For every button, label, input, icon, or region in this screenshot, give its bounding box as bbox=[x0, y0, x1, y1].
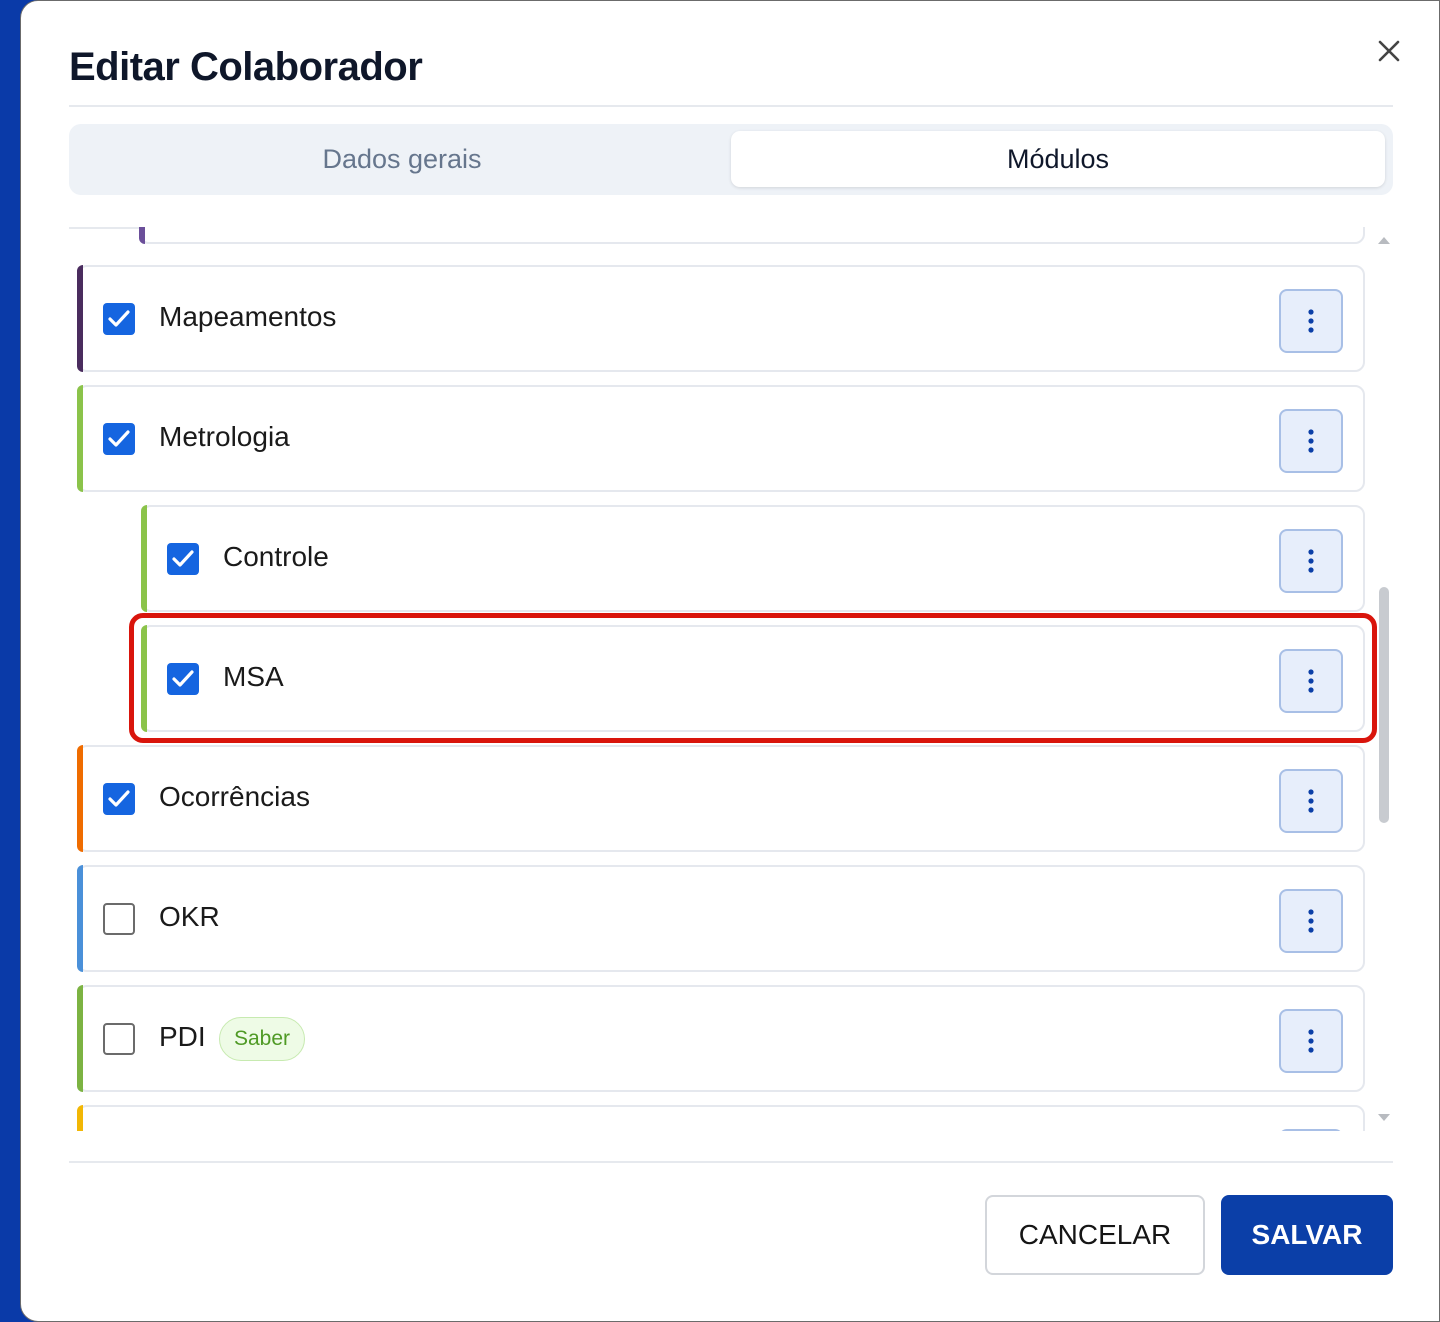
module-color-bar bbox=[139, 227, 145, 244]
more-vertical-icon bbox=[1308, 429, 1314, 453]
scroll-thumb[interactable] bbox=[1379, 587, 1389, 823]
checkmark-icon bbox=[108, 310, 130, 327]
close-button[interactable] bbox=[1369, 31, 1409, 71]
module-label: PDI bbox=[159, 1021, 206, 1052]
module-checkbox-pdi[interactable] bbox=[103, 1023, 135, 1055]
module-checkbox-okr[interactable] bbox=[103, 903, 135, 935]
checkmark-icon bbox=[108, 790, 130, 807]
edit-collaborator-dialog: Editar Colaborador Dados gerais Módulos … bbox=[20, 0, 1440, 1322]
module-card-controle: Controle bbox=[141, 505, 1365, 612]
saber-badge: Saber bbox=[219, 1017, 306, 1061]
module-label: MSA bbox=[223, 661, 284, 692]
module-checkbox-controle[interactable] bbox=[167, 543, 199, 575]
checkmark-icon bbox=[172, 550, 194, 567]
close-icon bbox=[1378, 40, 1400, 62]
more-vertical-icon bbox=[1308, 909, 1314, 933]
module-label: Metrologia bbox=[159, 421, 290, 452]
footer-divider bbox=[69, 1161, 1393, 1163]
module-label: OKR bbox=[159, 901, 220, 932]
module-color-bar bbox=[77, 1105, 83, 1131]
module-checkbox-metrologia[interactable] bbox=[103, 423, 135, 455]
module-label: Mapeamentos bbox=[159, 301, 337, 332]
list-scrollbar[interactable] bbox=[1375, 227, 1393, 1131]
module-card-okr: OKR bbox=[77, 865, 1365, 972]
module-card-ocorrencias: Ocorrências bbox=[77, 745, 1365, 852]
module-color-bar bbox=[141, 625, 147, 732]
checkmark-icon bbox=[172, 670, 194, 687]
module-checkbox-msa[interactable] bbox=[167, 663, 199, 695]
modules-list: Mapeamentos Metrologia Controle MSA Ocor… bbox=[69, 227, 1393, 1131]
module-color-bar bbox=[77, 985, 83, 1092]
module-card-partial-top bbox=[139, 227, 1365, 244]
more-options-button[interactable] bbox=[1279, 1129, 1343, 1131]
tab-bar: Dados gerais Módulos bbox=[69, 124, 1393, 195]
save-button[interactable]: SALVAR bbox=[1221, 1195, 1393, 1275]
module-card-msa: MSA bbox=[141, 625, 1365, 732]
module-label: Ocorrências bbox=[159, 781, 310, 812]
module-color-bar bbox=[77, 265, 83, 372]
more-options-button[interactable] bbox=[1279, 769, 1343, 833]
scroll-down-arrow-icon[interactable] bbox=[1375, 1111, 1393, 1125]
module-card-pdi: PDI Saber bbox=[77, 985, 1365, 1092]
module-checkbox-ocorrencias[interactable] bbox=[103, 783, 135, 815]
more-options-button[interactable] bbox=[1279, 289, 1343, 353]
module-checkbox-mapeamentos[interactable] bbox=[103, 303, 135, 335]
more-vertical-icon bbox=[1308, 549, 1314, 573]
module-color-bar bbox=[141, 505, 147, 612]
checkmark-icon bbox=[108, 430, 130, 447]
title-divider bbox=[69, 105, 1393, 107]
more-options-button[interactable] bbox=[1279, 409, 1343, 473]
cancel-button[interactable]: CANCELAR bbox=[985, 1195, 1205, 1275]
more-vertical-icon bbox=[1308, 669, 1314, 693]
more-options-button[interactable] bbox=[1279, 649, 1343, 713]
more-vertical-icon bbox=[1308, 789, 1314, 813]
module-card-partial-bottom bbox=[77, 1105, 1365, 1131]
tab-modulos[interactable]: Módulos bbox=[731, 131, 1385, 187]
more-options-button[interactable] bbox=[1279, 889, 1343, 953]
dialog-title: Editar Colaborador bbox=[69, 45, 423, 89]
module-card-mapeamentos: Mapeamentos bbox=[77, 265, 1365, 372]
module-color-bar bbox=[77, 745, 83, 852]
tab-dados-gerais[interactable]: Dados gerais bbox=[75, 131, 729, 187]
more-options-button[interactable] bbox=[1279, 529, 1343, 593]
module-color-bar bbox=[77, 865, 83, 972]
module-label: Controle bbox=[223, 541, 329, 572]
scroll-up-arrow-icon[interactable] bbox=[1375, 233, 1393, 247]
module-card-metrologia: Metrologia bbox=[77, 385, 1365, 492]
more-options-button[interactable] bbox=[1279, 1009, 1343, 1073]
module-color-bar bbox=[77, 385, 83, 492]
more-vertical-icon bbox=[1308, 1029, 1314, 1053]
more-vertical-icon bbox=[1308, 309, 1314, 333]
